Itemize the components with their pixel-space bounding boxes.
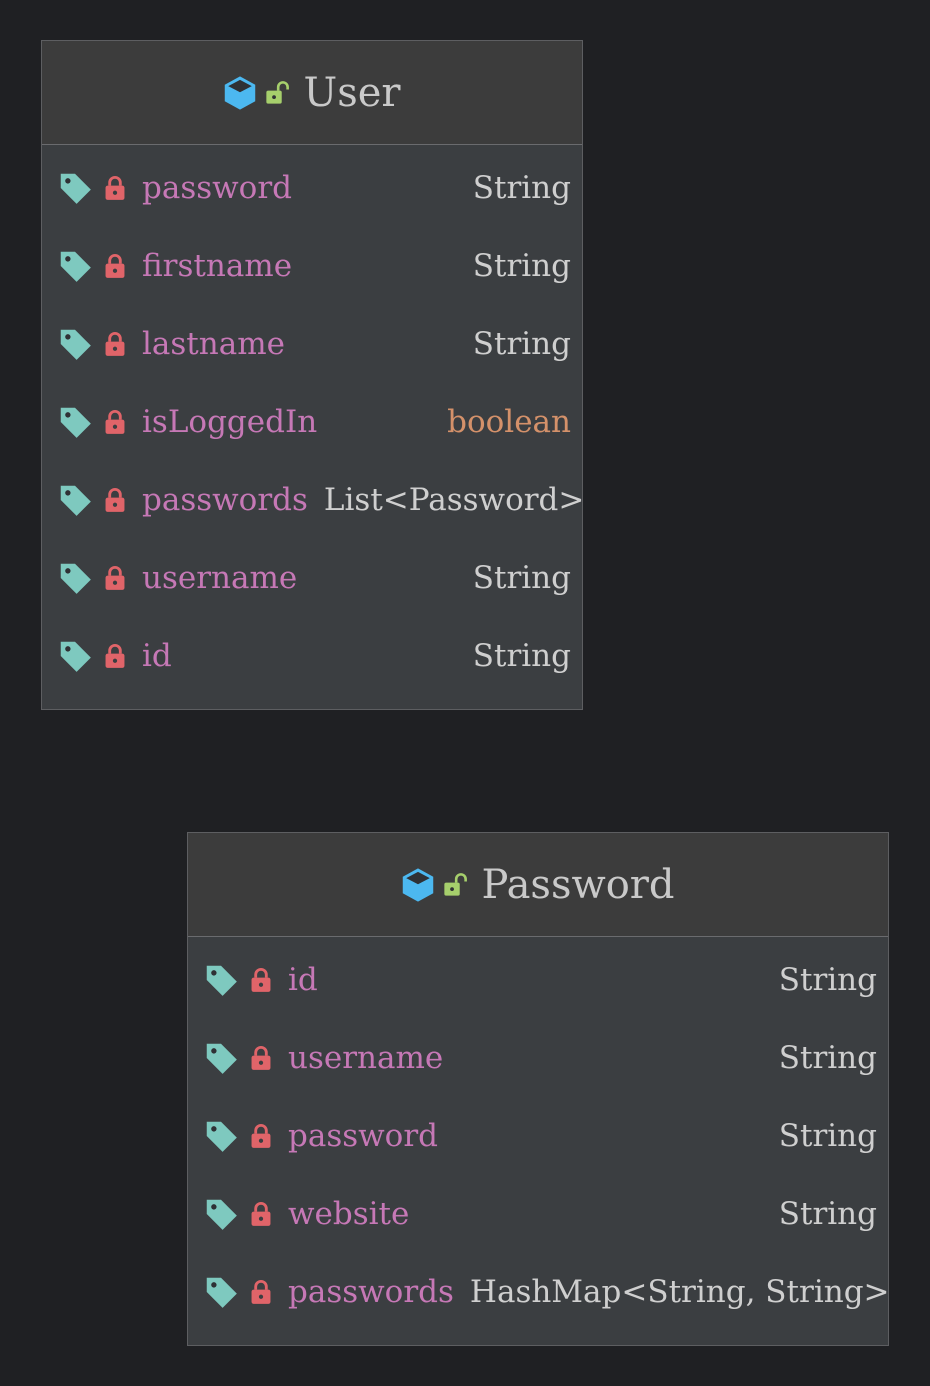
private-lock-icon — [105, 566, 125, 590]
private-lock-icon — [251, 1046, 271, 1070]
class-title: Password — [481, 861, 675, 908]
field-type: HashMap<String, String> — [469, 1274, 890, 1310]
private-lock-icon — [105, 332, 125, 356]
field-type: String — [472, 170, 571, 206]
diagram-canvas: User password String firstname String la… — [0, 0, 930, 1386]
class-header: Password — [188, 833, 888, 937]
field-list: password String firstname String lastnam… — [42, 145, 585, 695]
field-row[interactable]: isLoggedIn boolean — [42, 383, 582, 461]
field-type: String — [472, 326, 571, 362]
field-list: id String username String password Strin… — [188, 937, 890, 1331]
class-title: User — [303, 69, 401, 116]
field-type: boolean — [447, 404, 571, 440]
field-tag-icon — [60, 485, 91, 516]
field-row[interactable]: username String — [42, 539, 582, 617]
field-type: String — [472, 638, 571, 674]
class-header: User — [42, 41, 582, 145]
private-lock-icon — [105, 410, 125, 434]
field-name: isLoggedIn — [142, 404, 318, 440]
private-lock-icon — [251, 1280, 271, 1304]
private-lock-icon — [251, 1202, 271, 1226]
field-row[interactable]: id String — [188, 941, 888, 1019]
unlocked-public-icon — [266, 80, 290, 104]
private-lock-icon — [105, 488, 125, 512]
field-tag-icon — [206, 965, 237, 996]
field-type: List<Password> — [323, 482, 585, 518]
field-row[interactable]: lastname String — [42, 305, 582, 383]
field-tag-icon — [60, 563, 91, 594]
field-name: id — [288, 962, 318, 998]
field-name: lastname — [142, 326, 285, 362]
class-cube-icon — [403, 867, 434, 902]
field-row[interactable]: passwords HashMap<String, String> — [188, 1253, 890, 1331]
field-tag-icon — [206, 1121, 237, 1152]
field-row[interactable]: firstname String — [42, 227, 582, 305]
field-tag-icon — [206, 1277, 237, 1308]
field-name: username — [288, 1040, 444, 1076]
private-lock-icon — [251, 1124, 271, 1148]
field-name: passwords — [288, 1274, 454, 1310]
field-type: String — [778, 1118, 877, 1154]
class-header-icons — [401, 867, 468, 903]
class-header-icons — [223, 75, 290, 111]
field-row[interactable]: username String — [188, 1019, 888, 1097]
class-box-user[interactable]: User password String firstname String la… — [41, 40, 585, 710]
field-tag-icon — [206, 1199, 237, 1230]
field-row[interactable]: passwords List<Password> — [42, 461, 585, 539]
field-row[interactable]: password String — [42, 149, 582, 227]
field-row[interactable]: password String — [188, 1097, 888, 1175]
field-name: passwords — [142, 482, 308, 518]
private-lock-icon — [105, 254, 125, 278]
field-type: String — [778, 1040, 877, 1076]
private-lock-icon — [105, 176, 125, 200]
field-name: id — [142, 638, 172, 674]
field-tag-icon — [206, 1043, 237, 1074]
class-box-password[interactable]: Password id String username String passw… — [187, 832, 890, 1346]
class-cube-icon — [225, 75, 256, 110]
field-tag-icon — [60, 641, 91, 672]
field-row[interactable]: website String — [188, 1175, 888, 1253]
private-lock-icon — [251, 968, 271, 992]
unlocked-public-icon — [444, 872, 468, 896]
field-name: password — [288, 1118, 439, 1154]
field-tag-icon — [60, 329, 91, 360]
field-tag-icon — [60, 173, 91, 204]
field-name: password — [142, 170, 293, 206]
field-row[interactable]: id String — [42, 617, 582, 695]
field-type: String — [778, 1196, 877, 1232]
field-type: String — [472, 248, 571, 284]
field-name: website — [288, 1196, 410, 1232]
field-tag-icon — [60, 407, 91, 438]
field-type: String — [472, 560, 571, 596]
field-name: username — [142, 560, 298, 596]
private-lock-icon — [105, 644, 125, 668]
field-name: firstname — [142, 248, 293, 284]
field-tag-icon — [60, 251, 91, 282]
field-type: String — [778, 962, 877, 998]
